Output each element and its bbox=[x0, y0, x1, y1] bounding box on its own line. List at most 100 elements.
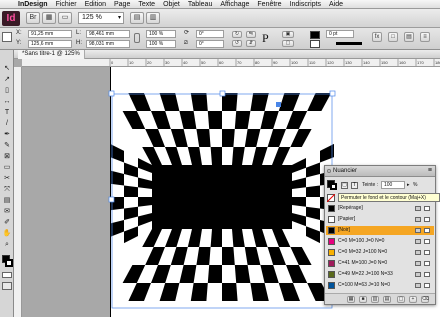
screen-mode-button[interactable]: ▭ bbox=[58, 12, 72, 24]
hand-tool[interactable]: ✋ bbox=[2, 229, 12, 238]
swatch-row[interactable]: [Papier] bbox=[326, 215, 434, 224]
view-options-button[interactable]: ▦ bbox=[42, 12, 56, 24]
show-gradient-swatches-button[interactable]: ▥ bbox=[371, 296, 379, 303]
menu-fenetre[interactable]: Fenêtre bbox=[253, 0, 285, 9]
show-all-swatches-button[interactable]: ▦ bbox=[347, 296, 355, 303]
checker-cell bbox=[159, 93, 180, 111]
rotation-angle-field[interactable]: 0° bbox=[196, 30, 224, 38]
rectangle-frame-tool[interactable]: ⊠ bbox=[2, 152, 12, 161]
vertical-ruler[interactable] bbox=[14, 67, 22, 317]
select-content-button[interactable]: ▢ bbox=[282, 40, 294, 47]
menu-app[interactable]: InDesign bbox=[14, 0, 52, 9]
zoom-level-field[interactable]: 125 % ▾ bbox=[78, 12, 124, 24]
stroke-swatch-icon[interactable] bbox=[330, 183, 337, 190]
ruler-label: 110 bbox=[309, 60, 316, 65]
control-bar: X: 91,25 mm Y: 125,6 mm L: 98,461 mm H: … bbox=[0, 28, 440, 50]
scale-x-field[interactable]: 100 % bbox=[146, 30, 176, 38]
line-tool[interactable]: / bbox=[2, 119, 12, 128]
show-color-swatches-button[interactable]: ■ bbox=[359, 296, 367, 303]
bridge-button[interactable]: Br bbox=[26, 12, 40, 24]
horizontal-ruler[interactable]: 0 10 20 30 40 50 60 70 80 90 100 110 120 130 140 150 160… bbox=[22, 59, 440, 67]
swatch-row[interactable]: [Repérage] bbox=[326, 204, 434, 213]
document-tab[interactable]: *Sans titre-1 @ 125% bbox=[18, 50, 85, 59]
arrange-documents-button[interactable]: ▤ bbox=[130, 12, 144, 24]
free-transform-tool[interactable]: ⤧ bbox=[2, 185, 12, 194]
chevron-right-icon[interactable]: ▸ bbox=[407, 182, 410, 189]
y-field[interactable]: 125,6 mm bbox=[28, 40, 72, 48]
gradient-tool[interactable]: ▤ bbox=[2, 196, 12, 205]
formatting-text-icon[interactable]: T bbox=[351, 182, 358, 189]
menu-indiscripts[interactable]: Indiscripts bbox=[286, 0, 326, 9]
menu-aide[interactable]: Aide bbox=[325, 0, 347, 9]
menu-affichage[interactable]: Affichage bbox=[216, 0, 253, 9]
swatch-name: [Noir] bbox=[338, 227, 350, 233]
rotate-cw-button[interactable]: ↻ bbox=[232, 31, 242, 38]
drop-shadow-button[interactable]: □ bbox=[388, 32, 398, 42]
pencil-tool[interactable]: ✎ bbox=[2, 141, 12, 150]
scissors-tool[interactable]: ✂ bbox=[2, 174, 12, 183]
menu-tableau[interactable]: Tableau bbox=[184, 0, 217, 9]
h-label: H: bbox=[76, 40, 82, 46]
none-swatch-icon[interactable] bbox=[327, 194, 335, 202]
menu-texte[interactable]: Texte bbox=[134, 0, 159, 9]
checker-cell bbox=[292, 197, 306, 207]
menu-objet[interactable]: Objet bbox=[159, 0, 184, 9]
apply-color-icon[interactable] bbox=[2, 272, 12, 278]
eyedropper-tool[interactable]: ✐ bbox=[2, 218, 12, 227]
formatting-container-icon[interactable]: ▢ bbox=[341, 182, 348, 189]
stroke-weight-field[interactable]: 0 pt bbox=[326, 30, 354, 38]
pen-tool[interactable]: ✒ bbox=[2, 130, 12, 139]
fill-swatch[interactable] bbox=[310, 31, 320, 39]
effects-button[interactable]: fx bbox=[372, 32, 382, 42]
swatch-chip bbox=[328, 282, 335, 289]
collapse-icon[interactable] bbox=[327, 169, 331, 173]
note-tool[interactable]: ✉ bbox=[2, 207, 12, 216]
zoom-value: 125 % bbox=[82, 14, 102, 21]
swatch-row[interactable]: C=0 M=32 J=100 N=0 bbox=[326, 248, 434, 257]
swatch-row[interactable]: C=49 M=22 J=100 N=33 bbox=[326, 270, 434, 279]
rotate-ccw-button[interactable]: ↺ bbox=[232, 40, 242, 47]
menu-edition[interactable]: Edition bbox=[81, 0, 110, 9]
gap-tool[interactable]: ↔ bbox=[2, 97, 12, 106]
height-field[interactable]: 98,031 mm bbox=[86, 40, 130, 48]
tint-field[interactable]: 100 bbox=[381, 181, 405, 189]
flip-h-button[interactable]: ⇋ bbox=[246, 31, 256, 38]
panel-menu-button[interactable]: ≡ bbox=[420, 32, 430, 42]
swatch-row[interactable]: C=100 M=63 J=10 N=0 bbox=[326, 281, 434, 290]
delete-swatch-icon[interactable]: ⌫ bbox=[421, 296, 429, 303]
checker-cell bbox=[210, 147, 222, 165]
flip-v-button[interactable]: ⇵ bbox=[246, 40, 256, 47]
ruler-label: 140 bbox=[363, 60, 370, 65]
show-color-groups-button[interactable]: ▤ bbox=[383, 296, 391, 303]
normal-view-icon[interactable] bbox=[2, 282, 12, 290]
text-wrap-button[interactable]: ▤ bbox=[404, 32, 414, 42]
stroke-color-icon[interactable] bbox=[5, 259, 13, 267]
scale-y-field[interactable]: 100 % bbox=[146, 40, 176, 48]
checker-cell bbox=[138, 213, 152, 227]
page-tool[interactable]: ▯ bbox=[2, 86, 12, 95]
panel-menu-icon[interactable]: ≡ bbox=[428, 167, 432, 174]
new-swatch-icon[interactable]: + bbox=[409, 296, 417, 303]
zoom-tool[interactable]: ⌕ bbox=[2, 240, 12, 249]
x-field[interactable]: 91,25 mm bbox=[28, 30, 72, 38]
constrain-proportions-icon[interactable] bbox=[134, 33, 140, 43]
width-field[interactable]: 98,461 mm bbox=[86, 30, 130, 38]
type-tool[interactable]: T bbox=[2, 108, 12, 117]
menu-fichier[interactable]: Fichier bbox=[52, 0, 81, 9]
select-container-button[interactable]: ▣ bbox=[282, 31, 294, 38]
stroke-swatch[interactable] bbox=[310, 40, 320, 48]
swatches-panel-header[interactable]: Nuancier ≡ bbox=[325, 166, 435, 177]
menu-page[interactable]: Page bbox=[110, 0, 134, 9]
checker-cell bbox=[210, 229, 222, 247]
rectangle-tool[interactable]: ▭ bbox=[2, 163, 12, 172]
display-performance-button[interactable]: ▥ bbox=[146, 12, 160, 24]
selection-tool[interactable]: ↖ bbox=[2, 64, 12, 73]
direct-selection-tool[interactable]: ↗ bbox=[2, 75, 12, 84]
new-color-group-icon[interactable]: ▢ bbox=[397, 296, 405, 303]
shear-angle-field[interactable]: 0° bbox=[196, 40, 224, 48]
swatch-row[interactable]: [Noir] bbox=[326, 226, 434, 235]
swatch-row[interactable]: C=0 M=100 J=0 N=0 bbox=[326, 237, 434, 246]
swatch-row[interactable]: C=41 M=100 J=0 N=0 bbox=[326, 259, 434, 268]
reference-point-icon[interactable] bbox=[2, 32, 12, 42]
stroke-type-preview[interactable] bbox=[336, 42, 362, 45]
